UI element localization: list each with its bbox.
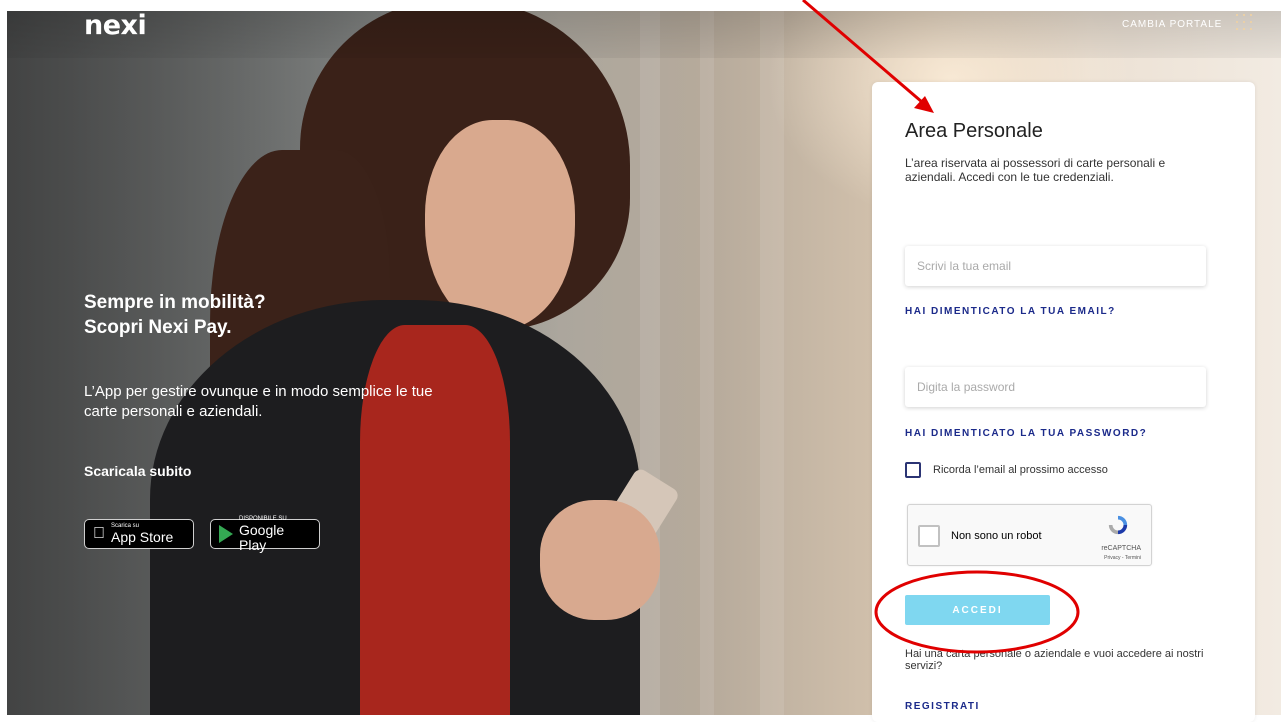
annotation-arrow [802,0,934,113]
